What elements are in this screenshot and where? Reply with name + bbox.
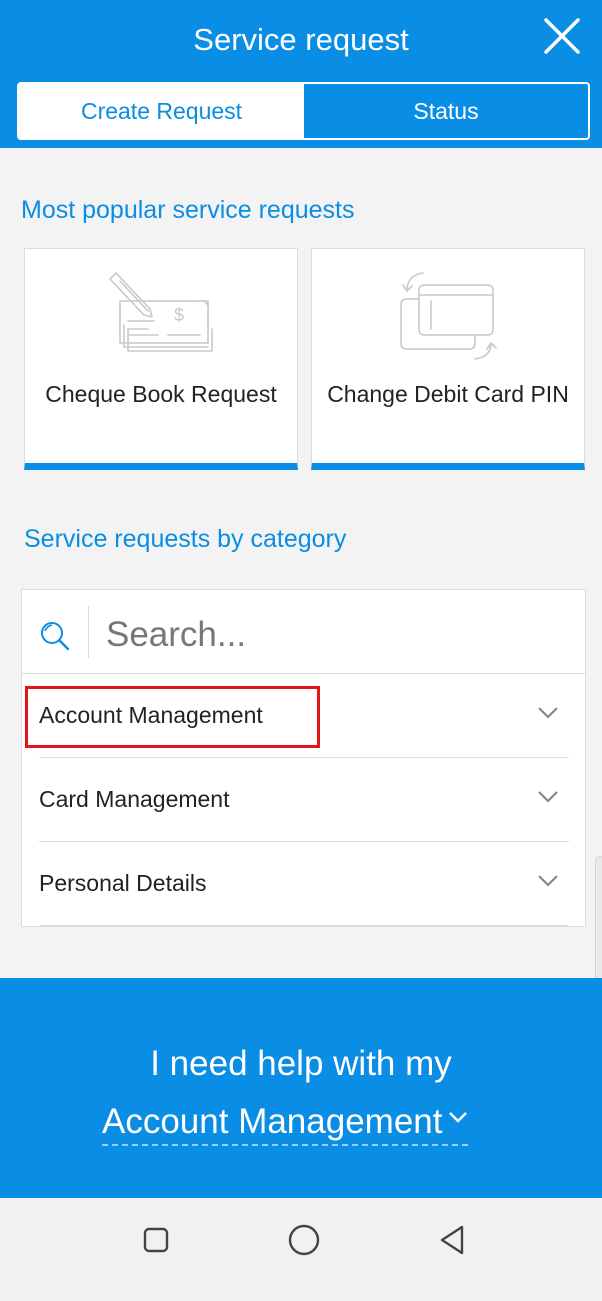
category-item-personal-details[interactable]: Personal Details — [39, 842, 569, 926]
highlight-box — [25, 686, 320, 748]
debit-card-swap-icon — [400, 272, 497, 360]
category-item-label: Card Management — [39, 786, 230, 812]
search-row — [22, 590, 585, 674]
tab-create-request[interactable]: Create Request — [19, 84, 304, 138]
help-prompt: I need help with my — [150, 1044, 452, 1083]
category-list: Account Management Card Management Perso… — [21, 589, 586, 927]
help-topic-label: Account Management — [102, 1102, 443, 1141]
scroll-handle[interactable] — [595, 856, 602, 996]
svg-text:$: $ — [174, 305, 184, 325]
help-topic-dropdown[interactable]: Account Management — [102, 1100, 469, 1146]
tab-status[interactable]: Status — [304, 84, 588, 138]
cheque-book-request-label: Cheque Book Request — [45, 381, 277, 407]
cheque-book-icon: $ — [109, 272, 213, 352]
chevron-down-icon — [538, 707, 558, 719]
page-title: Service request — [193, 22, 409, 57]
chevron-down-icon — [449, 1112, 468, 1123]
chevron-down-icon — [538, 791, 558, 803]
search-input[interactable] — [106, 606, 566, 664]
search-icon — [41, 622, 70, 651]
chevron-down-icon — [538, 875, 558, 887]
search-divider — [88, 606, 89, 658]
close-icon[interactable] — [540, 14, 584, 58]
system-nav-bar — [0, 1198, 602, 1301]
cheque-book-request-card[interactable]: $ Cheque Book Request — [24, 248, 298, 470]
category-item-card-management[interactable]: Card Management — [39, 758, 569, 842]
back-icon[interactable] — [434, 1222, 470, 1258]
home-icon[interactable] — [286, 1222, 322, 1258]
recent-apps-icon[interactable] — [138, 1222, 174, 1258]
header-bar: Service request Create Request Status — [0, 0, 602, 148]
change-debit-card-pin-card[interactable]: Change Debit Card PIN — [311, 248, 585, 470]
popular-section-title: Most popular service requests — [21, 196, 355, 224]
category-section-title: Service requests by category — [24, 525, 347, 553]
request-tabs: Create Request Status — [17, 82, 590, 140]
help-banner: I need help with my Account Management — [0, 978, 602, 1198]
change-debit-card-pin-label: Change Debit Card PIN — [327, 381, 569, 407]
category-item-label: Personal Details — [39, 870, 207, 896]
